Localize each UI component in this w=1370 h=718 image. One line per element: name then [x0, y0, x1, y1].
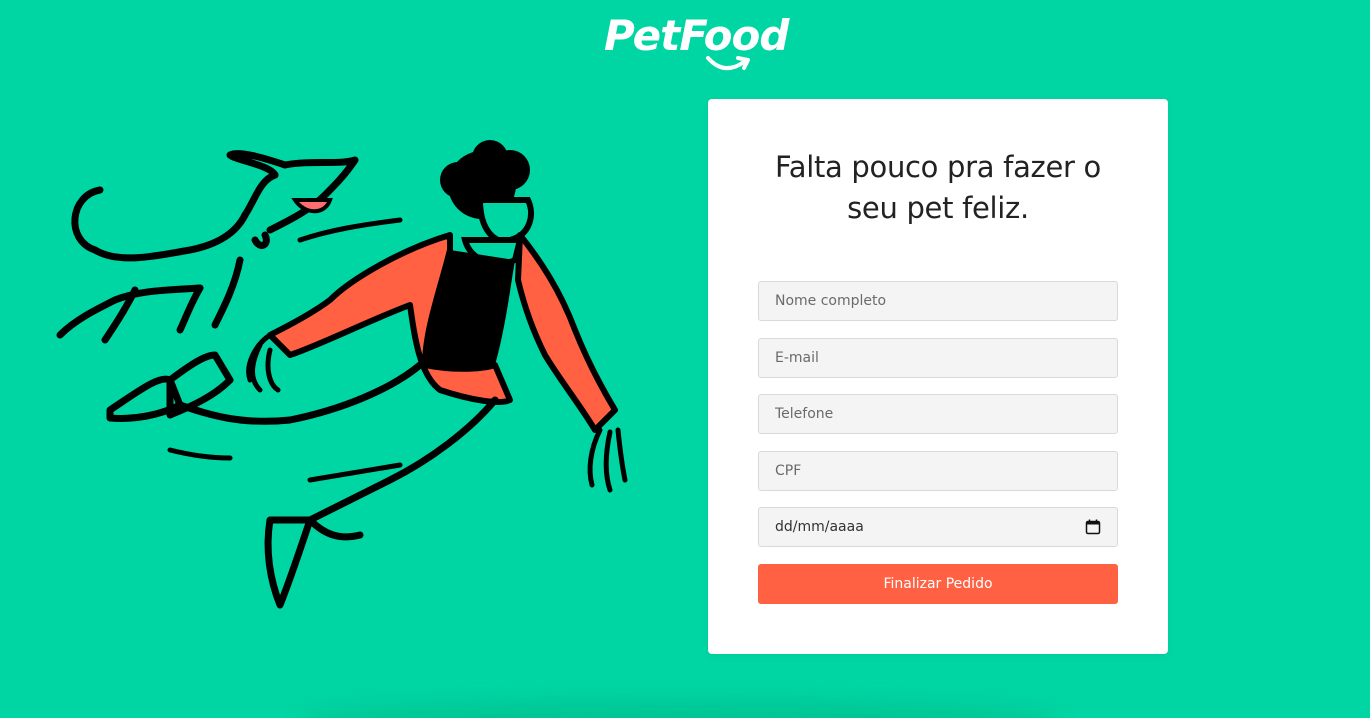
person-and-dog-illustration: [56, 140, 628, 609]
cpf-input[interactable]: [758, 451, 1118, 491]
person-icon: [106, 140, 628, 609]
birthdate-placeholder: dd/mm/aaaa: [775, 519, 864, 535]
bottom-shadow: [300, 700, 1060, 718]
calendar-icon[interactable]: [1085, 519, 1101, 535]
form-title: Falta pouco pra fazer o seu pet feliz.: [775, 150, 1101, 225]
phone-input[interactable]: [758, 394, 1118, 434]
page: PetFood Falta pouco pra fazer o seu pet …: [0, 0, 1370, 718]
email-input[interactable]: [758, 338, 1118, 378]
finalize-order-button[interactable]: Finalizar Pedido: [758, 564, 1118, 604]
dog-tongue-icon: [291, 198, 333, 214]
order-form-card: Falta pouco pra fazer o seu pet feliz. d…: [708, 99, 1168, 654]
logo-smile-icon: [706, 56, 750, 70]
full-name-input[interactable]: [758, 281, 1118, 321]
petfood-logo[interactable]: PetFood: [604, 10, 789, 78]
logo-text: PetFood: [604, 11, 789, 60]
birthdate-input[interactable]: dd/mm/aaaa: [758, 507, 1118, 547]
